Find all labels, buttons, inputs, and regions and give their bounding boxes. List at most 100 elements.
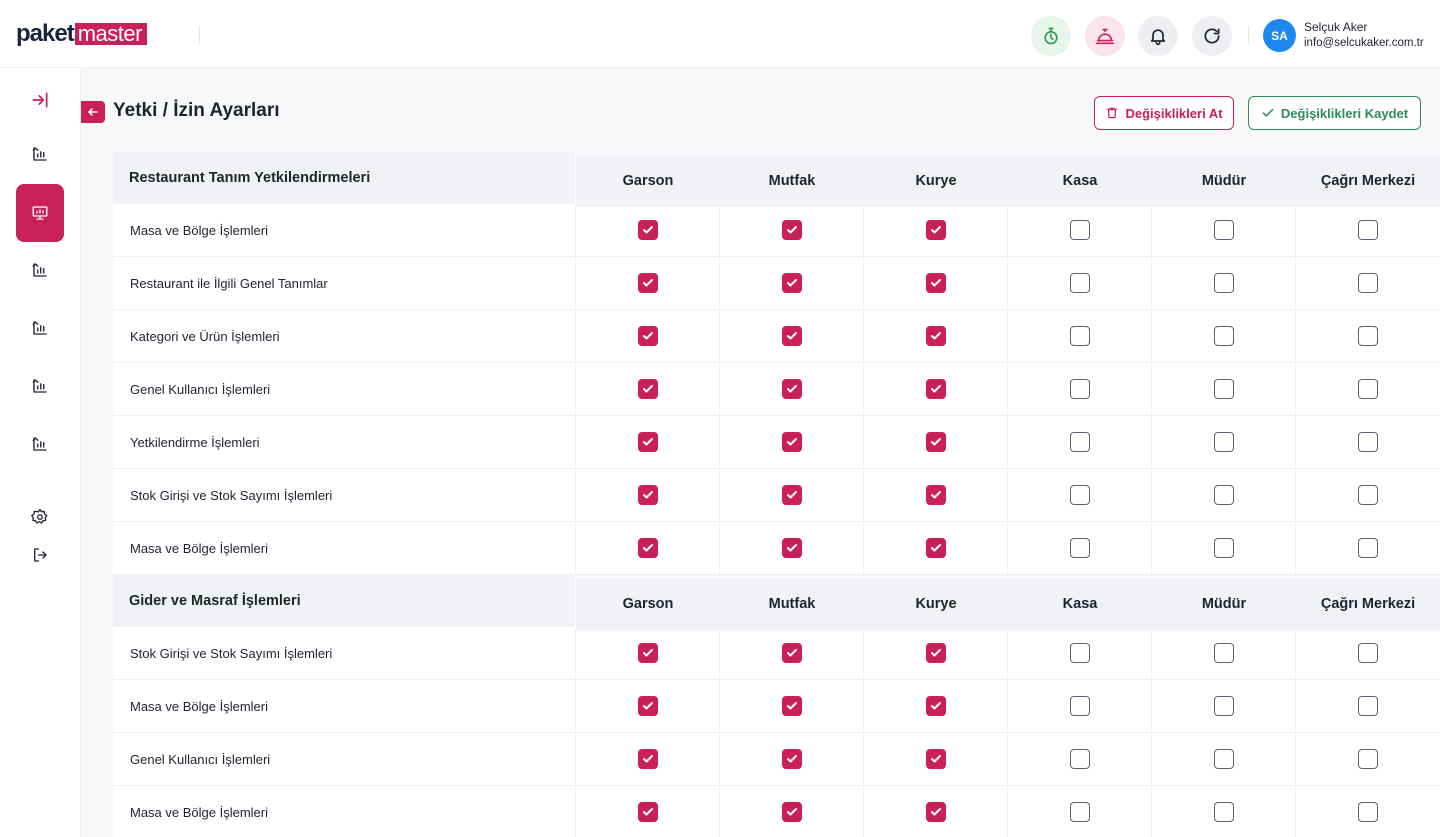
permission-checkbox[interactable]: [637, 432, 658, 452]
permission-checkbox[interactable]: [1213, 802, 1234, 822]
sidebar-item-reports-5[interactable]: [16, 420, 64, 468]
permission-checkbox[interactable]: [1358, 379, 1378, 399]
permission-checkbox[interactable]: [1213, 379, 1234, 399]
permission-cell: [1296, 680, 1440, 732]
permission-checkbox[interactable]: [1213, 432, 1234, 452]
permission-checkbox[interactable]: [925, 802, 946, 822]
checkmark-icon: [786, 755, 797, 763]
service-bell-button[interactable]: [1085, 16, 1125, 56]
permission-cell: [1152, 522, 1296, 574]
permission-checkbox[interactable]: [781, 696, 802, 716]
sidebar-item-reports-4[interactable]: [16, 362, 64, 410]
permission-checkbox[interactable]: [925, 643, 946, 663]
permission-label: Stok Girişi ve Stok Sayımı İşlemleri: [113, 469, 576, 521]
permission-checkbox[interactable]: [781, 379, 802, 399]
permission-checkbox[interactable]: [925, 538, 946, 558]
permission-checkbox[interactable]: [925, 749, 946, 769]
permission-checkbox[interactable]: [1069, 379, 1090, 399]
permission-checkbox[interactable]: [637, 696, 658, 716]
permission-cell: [720, 310, 864, 362]
sidebar-item-logout[interactable]: [16, 531, 64, 579]
checkmark-icon: [786, 649, 797, 657]
permission-checkbox[interactable]: [1358, 485, 1378, 505]
permission-checkbox[interactable]: [1358, 538, 1378, 558]
permission-checkbox[interactable]: [1069, 485, 1090, 505]
permission-checkbox[interactable]: [1069, 273, 1090, 293]
permission-cell: [864, 680, 1008, 732]
brand-logo[interactable]: paket master: [16, 22, 147, 46]
permission-checkbox[interactable]: [1358, 696, 1378, 716]
permission-checkbox[interactable]: [1069, 696, 1090, 716]
permission-checkbox[interactable]: [1213, 696, 1234, 716]
user-email: info@selcukaker.com.tr: [1304, 37, 1424, 49]
permission-checkbox[interactable]: [637, 749, 658, 769]
permission-checkbox[interactable]: [781, 802, 802, 822]
permission-checkbox[interactable]: [637, 802, 658, 822]
permission-cell: [720, 680, 864, 732]
permission-checkbox[interactable]: [637, 220, 658, 240]
permission-checkbox[interactable]: [1358, 220, 1378, 240]
permission-cell: [864, 363, 1008, 415]
permission-checkbox[interactable]: [1358, 273, 1378, 293]
permission-checkbox[interactable]: [1069, 432, 1090, 452]
permission-checkbox[interactable]: [781, 273, 802, 293]
permission-checkbox[interactable]: [637, 538, 658, 558]
sidebar-collapse-button[interactable]: [16, 76, 64, 124]
permission-checkbox[interactable]: [1358, 432, 1378, 452]
permission-checkbox[interactable]: [781, 326, 802, 346]
checkmark-icon: [930, 808, 941, 816]
permission-checkbox[interactable]: [781, 749, 802, 769]
permission-checkbox[interactable]: [1213, 485, 1234, 505]
timer-button[interactable]: [1031, 16, 1071, 56]
permission-cell: [1296, 469, 1440, 521]
permission-checkbox[interactable]: [1069, 326, 1090, 346]
permission-checkbox[interactable]: [925, 220, 946, 240]
back-button[interactable]: [81, 101, 105, 123]
permission-checkbox[interactable]: [637, 379, 658, 399]
permission-checkbox[interactable]: [781, 643, 802, 663]
permission-checkbox[interactable]: [1069, 802, 1090, 822]
permission-checkbox[interactable]: [1213, 220, 1234, 240]
permission-checkbox[interactable]: [781, 432, 802, 452]
permission-checkbox[interactable]: [637, 273, 658, 293]
permission-checkbox[interactable]: [925, 326, 946, 346]
checkmark-icon: [642, 808, 653, 816]
discard-changes-label: Değişiklikleri At: [1125, 105, 1223, 121]
presentation-board-icon: [32, 206, 48, 220]
permission-checkbox[interactable]: [925, 696, 946, 716]
permission-checkbox[interactable]: [1213, 273, 1234, 293]
refresh-button[interactable]: [1192, 16, 1232, 56]
permission-checkbox[interactable]: [1069, 749, 1090, 769]
permission-checkbox[interactable]: [637, 643, 658, 663]
discard-changes-button[interactable]: Değişiklikleri At: [1094, 96, 1234, 130]
permission-checkbox[interactable]: [1358, 749, 1378, 769]
permission-checkbox[interactable]: [1358, 643, 1378, 663]
permission-checkbox[interactable]: [781, 538, 802, 558]
service-bell-icon: [1095, 28, 1115, 45]
permission-checkbox[interactable]: [637, 485, 658, 505]
permission-checkbox[interactable]: [925, 432, 946, 452]
permission-checkbox[interactable]: [1069, 538, 1090, 558]
sidebar-item-reports-1[interactable]: [16, 130, 64, 178]
permission-checkbox[interactable]: [925, 273, 946, 293]
permission-checkbox[interactable]: [925, 379, 946, 399]
permission-checkbox[interactable]: [1213, 643, 1234, 663]
permission-checkbox[interactable]: [1358, 802, 1378, 822]
sidebar-item-reports-3[interactable]: [16, 304, 64, 352]
permission-checkbox[interactable]: [1358, 326, 1378, 346]
sidebar-item-presentation[interactable]: [16, 184, 64, 242]
permission-checkbox[interactable]: [925, 485, 946, 505]
permission-checkbox[interactable]: [1213, 749, 1234, 769]
permission-checkbox[interactable]: [637, 326, 658, 346]
notifications-button[interactable]: [1138, 16, 1178, 56]
permission-checkbox[interactable]: [781, 220, 802, 240]
permission-cell: [720, 627, 864, 679]
permission-checkbox[interactable]: [1213, 326, 1234, 346]
permission-checkbox[interactable]: [781, 485, 802, 505]
save-changes-button[interactable]: Değişiklikleri Kaydet: [1248, 96, 1421, 130]
permission-checkbox[interactable]: [1069, 643, 1090, 663]
permission-checkbox[interactable]: [1069, 220, 1090, 240]
avatar[interactable]: SA: [1263, 19, 1296, 52]
permission-checkbox[interactable]: [1213, 538, 1234, 558]
sidebar-item-reports-2[interactable]: [16, 246, 64, 294]
